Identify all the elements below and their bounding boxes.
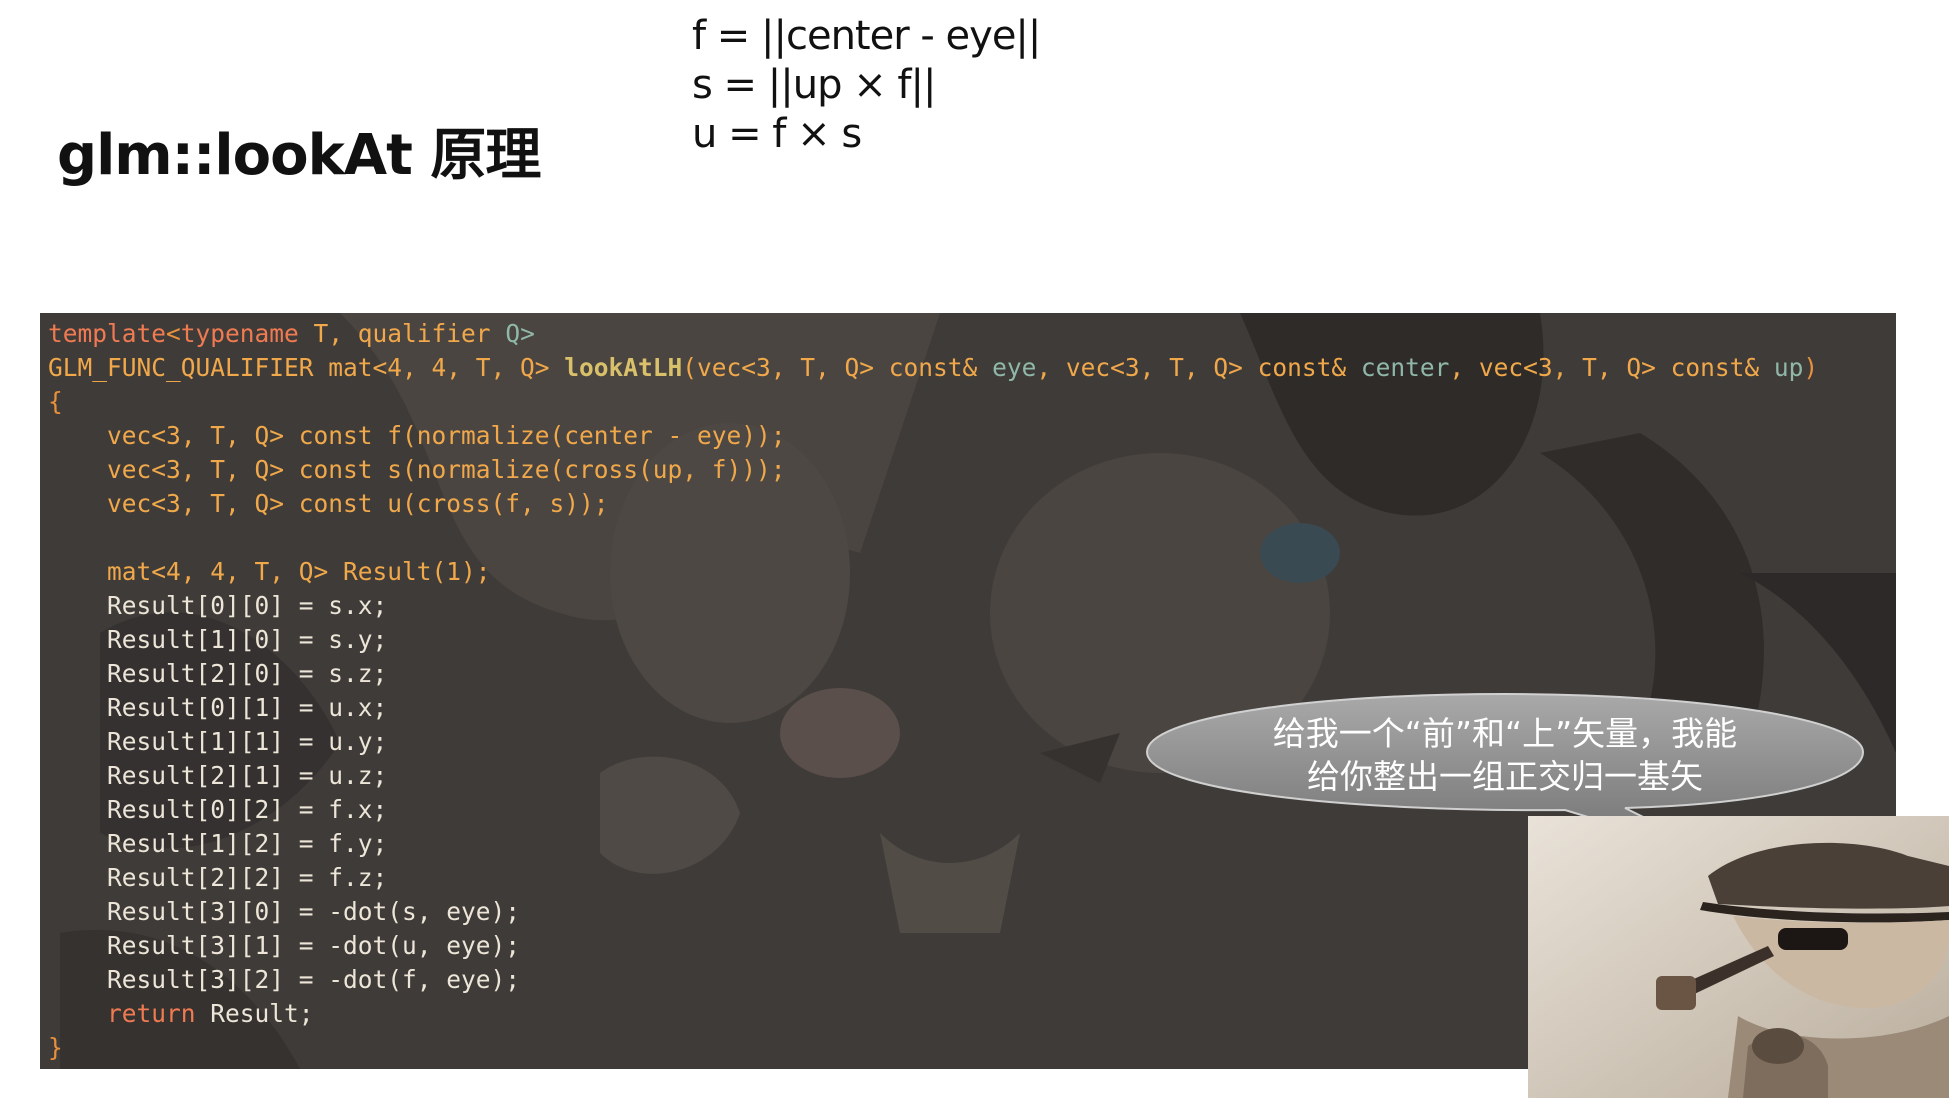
formula-u: u = f × s [692,111,862,157]
code-line-assign-7: Result[1][2] = f.y; [48,829,388,858]
code-line-assign-1: Result[1][0] = s.y; [48,625,388,654]
code-line-s: vec<3, T, Q> const s(normalize(cross(up,… [48,455,786,484]
code-line-2: GLM_FUNC_QUALIFIER mat<4, 4, T, Q> lookA… [48,353,1819,382]
code-line-assign-2: Result[2][0] = s.z; [48,659,388,688]
formula-f: f = ||center - eye|| [692,13,1041,59]
code-line-result-decl: mat<4, 4, T, Q> Result(1); [48,557,491,586]
speech-bubble-text: 给我一个“前”和“上”矢量，我能 给你整出一组正交归一基矢 [1170,712,1840,798]
code-line-assign-8: Result[2][2] = f.z; [48,863,388,892]
code-line-1: template<typename T, qualifier Q> [48,319,535,348]
formula-block: f = ||center - eye|| s = ||up × f|| u = … [692,12,1041,159]
code-line-u: vec<3, T, Q> const u(cross(f, s)); [48,489,609,518]
code-line-assign-6: Result[0][2] = f.x; [48,795,388,824]
code-line-assign-11: Result[3][2] = -dot(f, eye); [48,965,521,994]
code-open-brace: { [48,387,63,416]
code-line-assign-3: Result[0][1] = u.x; [48,693,388,722]
code-line-assign-10: Result[3][1] = -dot(u, eye); [48,931,521,960]
bubble-line-1: 给我一个“前”和“上”矢量，我能 [1272,714,1738,753]
code-line-assign-4: Result[1][1] = u.y; [48,727,388,756]
bubble-line-2: 给你整出一组正交归一基矢 [1307,757,1703,796]
code-line-assign-9: Result[3][0] = -dot(s, eye); [48,897,521,926]
code-line-return: return Result; [107,999,314,1028]
general-meme-photo [1528,816,1949,1098]
formula-s: s = ||up × f|| [692,62,936,108]
code-line-assign-0: Result[0][0] = s.x; [48,591,388,620]
code-line-f: vec<3, T, Q> const f(normalize(center - … [48,421,786,450]
slide-title: glm::lookAt 原理 [57,123,541,188]
code-close-brace: } [48,1033,63,1062]
code-line-assign-5: Result[2][1] = u.z; [48,761,388,790]
